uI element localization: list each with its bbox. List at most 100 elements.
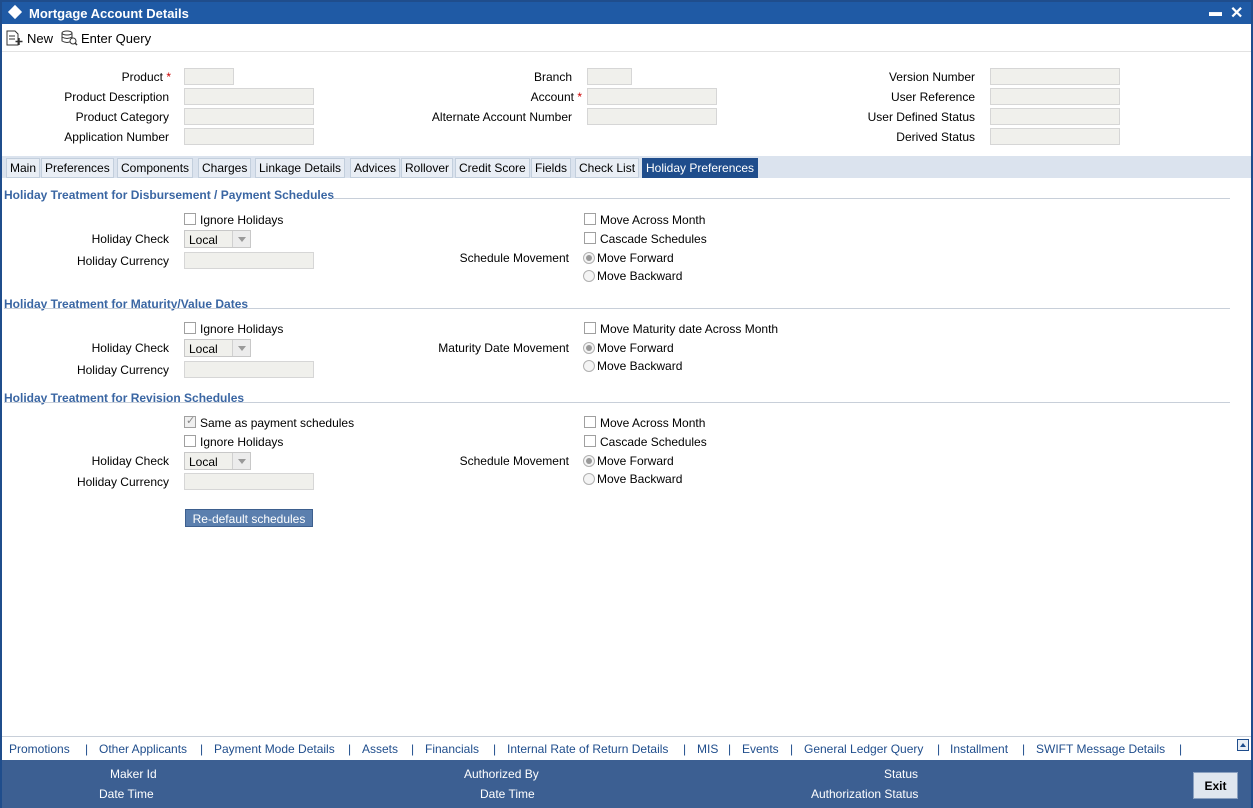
account-field[interactable] <box>587 88 717 105</box>
tab-holiday-preferences[interactable]: Holiday Preferences <box>642 158 759 178</box>
tab-advices[interactable]: Advices <box>350 158 401 178</box>
mat-date-movement-label: Maturity Date Movement <box>438 341 569 355</box>
disb-holiday-currency-field[interactable] <box>184 252 314 269</box>
disb-holiday-check-value: Local <box>189 233 218 247</box>
product-description-field[interactable] <box>184 88 314 105</box>
tab-linkage-details[interactable]: Linkage Details <box>255 158 346 178</box>
product-description-label: Product Description <box>64 90 169 104</box>
link-separator: | <box>1022 742 1026 756</box>
exit-button[interactable]: Exit <box>1193 772 1238 799</box>
chevron-down-icon <box>232 231 250 247</box>
product-label: Product * <box>121 70 171 84</box>
rev-holiday-check-label: Holiday Check <box>91 454 169 468</box>
rev-same-as-payment-label: Same as payment schedules <box>200 416 355 430</box>
tab-preferences[interactable]: Preferences <box>41 158 114 178</box>
mat-holiday-check-select[interactable]: Local <box>184 339 251 357</box>
close-icon[interactable]: ✕ <box>1230 3 1243 23</box>
tab-rollover[interactable]: Rollover <box>401 158 454 178</box>
scroll-up-icon[interactable] <box>1237 739 1249 751</box>
branch-label: Branch <box>533 70 572 84</box>
mortgage-account-window: Mortgage Account Details ▬ ✕ New Enter Q… <box>0 0 1253 808</box>
tab-main[interactable]: Main <box>6 158 41 178</box>
rev-holiday-check-value: Local <box>189 455 218 469</box>
rev-ignore-holidays-label: Ignore Holidays <box>200 435 284 449</box>
rev-same-as-payment-checkbox[interactable] <box>184 414 196 428</box>
query-icon <box>61 30 78 46</box>
mat-move-maturity-across-month-label: Move Maturity date Across Month <box>600 322 779 336</box>
minimize-icon[interactable]: ▬ <box>1209 4 1222 19</box>
rev-holiday-currency-field[interactable] <box>184 473 314 490</box>
rev-move-backward-radio[interactable] <box>583 473 595 485</box>
link-financials[interactable]: Financials <box>425 742 479 756</box>
tab-charges[interactable]: Charges <box>198 158 252 178</box>
status-bar: Maker Id Date Time Authorized By Date Ti… <box>2 760 1251 808</box>
mat-move-maturity-across-month-checkbox[interactable] <box>584 322 596 334</box>
disb-schedule-movement-label: Schedule Movement <box>459 251 569 265</box>
disb-ignore-holidays-checkbox[interactable] <box>184 213 196 225</box>
tab-fields[interactable]: Fields <box>531 158 572 178</box>
tab-credit-score[interactable]: Credit Score <box>455 158 530 178</box>
disb-cascade-schedules-checkbox[interactable] <box>584 232 596 244</box>
tab-components[interactable]: Components <box>117 158 194 178</box>
enter-query-button[interactable]: Enter Query <box>60 30 151 46</box>
maker-date-time-label: Date Time <box>99 787 154 801</box>
user-defined-status-label: User Defined Status <box>867 110 975 124</box>
user-defined-status-field[interactable] <box>990 108 1120 125</box>
alternate-account-field[interactable] <box>587 108 717 125</box>
footer-links-bar: Promotions | Other Applicants | Payment … <box>2 736 1251 760</box>
enter-query-label: Enter Query <box>81 31 152 46</box>
application-number-field[interactable] <box>184 128 314 145</box>
link-swift-message-details[interactable]: SWIFT Message Details <box>1036 742 1165 756</box>
disbursement-section-title: Holiday Treatment for Disbursement / Pay… <box>4 188 335 202</box>
link-assets[interactable]: Assets <box>362 742 398 756</box>
account-label: Account * <box>530 90 582 104</box>
disb-holiday-check-select[interactable]: Local <box>184 230 251 248</box>
derived-status-field[interactable] <box>990 128 1120 145</box>
chevron-down-icon <box>232 453 250 469</box>
rev-holiday-currency-label: Holiday Currency <box>76 475 169 489</box>
rev-ignore-holidays-checkbox[interactable] <box>184 435 196 447</box>
maker-id-label: Maker Id <box>110 767 157 781</box>
rev-cascade-schedules-checkbox[interactable] <box>584 435 596 447</box>
link-installment[interactable]: Installment <box>950 742 1008 756</box>
link-payment-mode-details[interactable]: Payment Mode Details <box>214 742 335 756</box>
redefault-schedules-button[interactable]: Re-default schedules <box>185 509 313 527</box>
new-label: New <box>27 31 54 46</box>
user-reference-field[interactable] <box>990 88 1120 105</box>
mat-move-forward-radio[interactable] <box>583 342 595 354</box>
link-promotions[interactable]: Promotions <box>9 742 70 756</box>
link-internal-rate-of-return[interactable]: Internal Rate of Return Details <box>507 742 668 756</box>
title-bar: Mortgage Account Details ▬ ✕ <box>2 2 1251 24</box>
mat-move-backward-radio[interactable] <box>583 360 595 372</box>
version-number-label: Version Number <box>888 70 975 84</box>
authorized-by-label: Authorized By <box>464 767 539 781</box>
rev-move-forward-radio[interactable] <box>583 455 595 467</box>
disb-move-backward-radio[interactable] <box>583 270 595 282</box>
branch-field[interactable] <box>587 68 632 85</box>
product-field[interactable] <box>184 68 234 85</box>
new-button[interactable]: New <box>6 30 53 46</box>
disb-move-forward-radio[interactable] <box>583 252 595 264</box>
link-mis[interactable]: MIS <box>697 742 718 756</box>
mat-ignore-holidays-label: Ignore Holidays <box>200 322 284 336</box>
link-separator: | <box>937 742 941 756</box>
application-number-label: Application Number <box>64 130 169 144</box>
link-events[interactable]: Events <box>742 742 779 756</box>
rev-holiday-check-select[interactable]: Local <box>184 452 251 470</box>
checker-date-time-label: Date Time <box>480 787 535 801</box>
app-diamond-icon <box>7 4 23 20</box>
disb-ignore-holidays-label: Ignore Holidays <box>200 213 284 227</box>
version-number-field[interactable] <box>990 68 1120 85</box>
link-separator: | <box>790 742 794 756</box>
rev-move-across-month-checkbox[interactable] <box>584 416 596 428</box>
chevron-down-icon <box>232 340 250 356</box>
disb-move-across-month-checkbox[interactable] <box>584 213 596 225</box>
link-general-ledger-query[interactable]: General Ledger Query <box>804 742 923 756</box>
mat-holiday-check-label: Holiday Check <box>91 341 169 355</box>
link-other-applicants[interactable]: Other Applicants <box>99 742 187 756</box>
mat-holiday-currency-field[interactable] <box>184 361 314 378</box>
link-separator: | <box>348 742 352 756</box>
tab-check-list[interactable]: Check List <box>575 158 640 178</box>
product-category-field[interactable] <box>184 108 314 125</box>
mat-ignore-holidays-checkbox[interactable] <box>184 322 196 334</box>
